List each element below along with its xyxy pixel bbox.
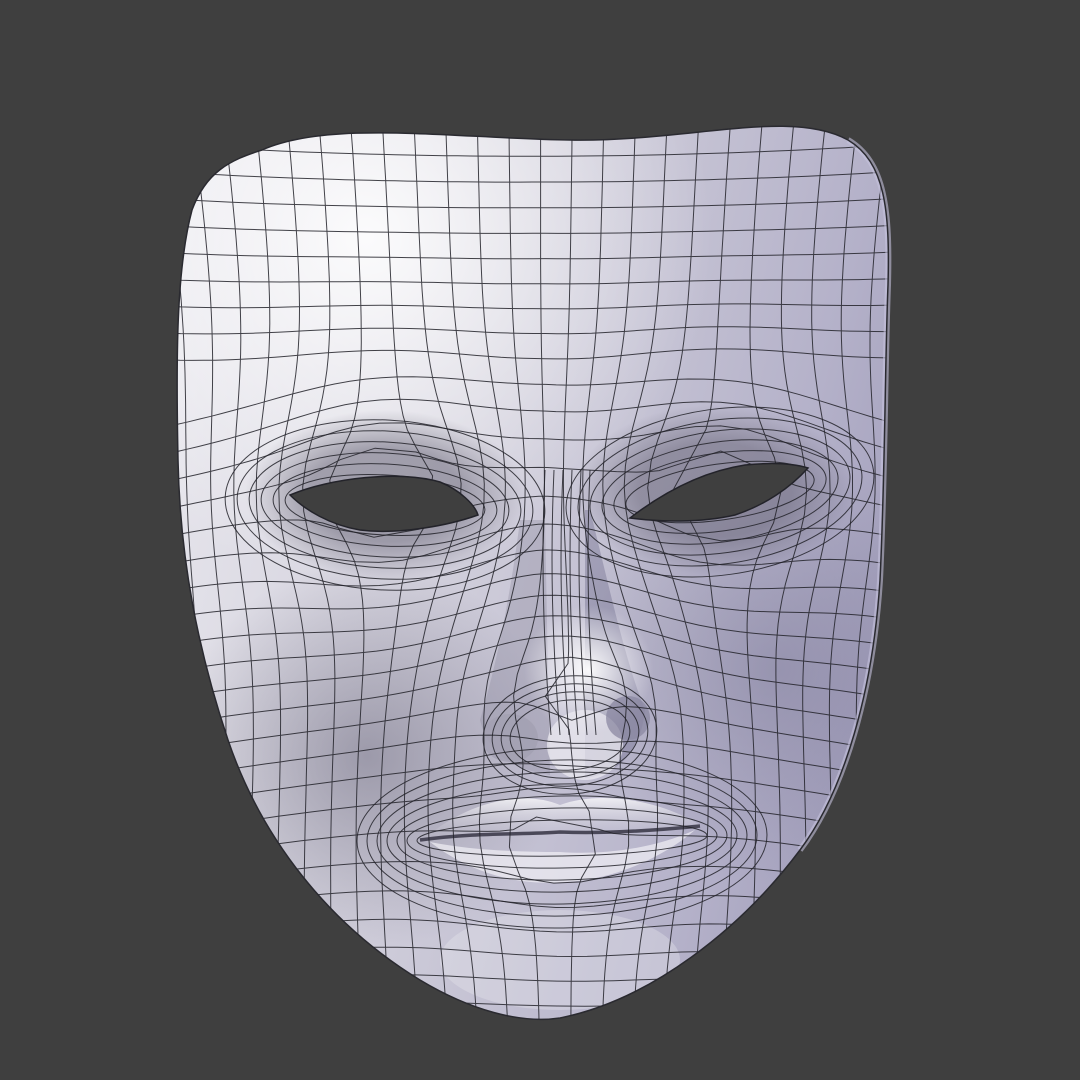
mask-render: [0, 0, 1080, 1080]
right-nostril: [606, 696, 650, 740]
3d-viewport[interactable]: [0, 0, 1080, 1080]
